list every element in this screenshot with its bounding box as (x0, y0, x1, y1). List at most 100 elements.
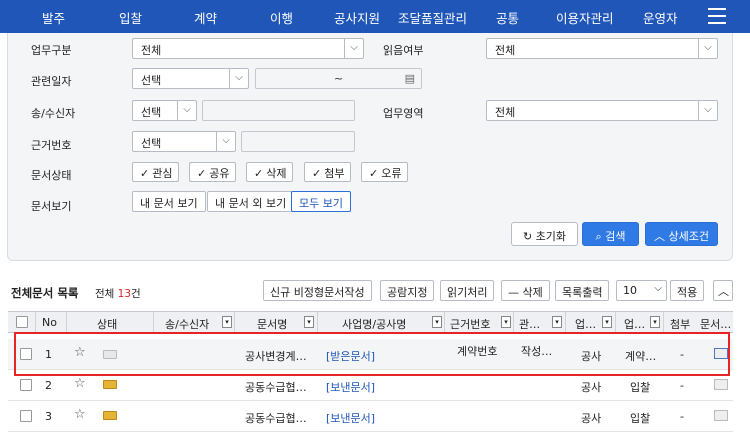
col-task[interactable]: 업… (624, 316, 645, 332)
view-others-docs-button[interactable]: 내 문서 외 보기 (207, 191, 295, 212)
status-chip-delete[interactable]: ✓ 삭제 (246, 162, 294, 182)
row-number: 3 (45, 410, 52, 423)
status-chip-interest[interactable]: ✓ 관심 (132, 162, 180, 182)
row-checkbox[interactable] (20, 379, 32, 391)
filter-panel: 업무구분 전체 ⌵ 읽음여부 전체 ⌵ 관련일자 선택 ⌵ ~ ▤ 송/수신자 … (7, 33, 733, 261)
work-type-select[interactable]: 전체 ⌵ (132, 38, 364, 59)
status-chip-error[interactable]: ✓ 오류 (361, 162, 409, 182)
reset-button[interactable]: ↻ 초기화 (511, 222, 578, 246)
project-link[interactable]: [보낸문서] (326, 410, 375, 426)
nav-item-operator[interactable]: 운영자 (643, 8, 678, 27)
doc-name[interactable]: 공동수급협… (245, 379, 307, 395)
nav-item-order[interactable]: 발주 (42, 8, 65, 27)
status-chip-attach[interactable]: ✓ 첨부 (304, 162, 352, 182)
print-list-button[interactable]: 목록출력 (555, 280, 610, 301)
col-no[interactable]: No (42, 316, 57, 329)
col-project[interactable]: 사업명/공사명 (342, 316, 406, 332)
status-chip-share[interactable]: ✓ 공유 (189, 162, 237, 182)
table-row[interactable]: 3 ☆ 공동수급협… [보낸문서] 공사 입찰 - (8, 401, 733, 432)
nav-item-bid[interactable]: 입찰 (119, 8, 142, 27)
col-status[interactable]: 상태 (97, 316, 117, 332)
attachment-status: - (680, 410, 684, 423)
chevron-down-icon: ⌵ (654, 283, 662, 294)
col-basis[interactable]: 근거번호 (450, 316, 490, 332)
doc-status-label: 문서상태 (31, 169, 72, 182)
doc-name[interactable]: 공동수급협… (245, 410, 307, 426)
col-doc[interactable]: 문서… (700, 316, 731, 332)
table-header: No 상태 송/수신자 ▾ 문서명 ▾ 사업명/공사명 ▾ 근거번호 ▾ 관… … (8, 311, 733, 333)
sender-input[interactable] (202, 100, 355, 121)
project-link[interactable]: [보낸문서] (326, 379, 375, 395)
search-button[interactable]: ⌕ 검색 (582, 222, 639, 246)
sort-icon[interactable]: ▾ (432, 316, 442, 328)
sort-icon[interactable]: ▾ (552, 316, 562, 328)
envelope-sent-icon (103, 411, 117, 420)
nav-item-quality[interactable]: 조달품질관리 (398, 8, 467, 27)
chevron-down-icon: ⌵ (216, 132, 235, 151)
read-status-value: 전체 (495, 44, 516, 57)
sort-icon[interactable]: ▾ (501, 316, 511, 328)
task-type: 입찰 (630, 381, 651, 394)
read-status-select[interactable]: 전체 ⌵ (486, 38, 718, 59)
view-all-docs-button[interactable]: 모두 보기 (291, 191, 351, 212)
basis-select[interactable]: 선택 ⌵ (132, 131, 236, 152)
nav-item-construction-support[interactable]: 공사지원 (334, 8, 380, 27)
date-range-input[interactable]: ~ ▤ (255, 68, 422, 89)
col-relation[interactable]: 관… (519, 316, 540, 332)
date-type-select[interactable]: 선택 ⌵ (132, 68, 249, 89)
advanced-label: 상세조건 (668, 230, 709, 243)
column-divider (615, 312, 616, 332)
printer-icon[interactable] (714, 410, 728, 421)
menu-icon[interactable] (708, 8, 726, 24)
sort-icon[interactable]: ▾ (304, 316, 314, 328)
check-icon: ✓ (312, 167, 322, 180)
page-size-value: 10 (623, 284, 637, 297)
col-attach[interactable]: 첨부 (670, 316, 690, 332)
new-document-button[interactable]: 신규 비정형문서작성 (263, 280, 372, 301)
page-size-select[interactable]: 10 ⌵ (616, 280, 667, 301)
attachment-status: - (680, 379, 684, 392)
nav-item-user-admin[interactable]: 이용자관리 (556, 8, 614, 27)
column-divider (234, 312, 235, 332)
chip-label: 첨부 (324, 167, 345, 180)
sender-select[interactable]: 선택 ⌵ (132, 100, 197, 121)
calendar-icon[interactable]: ▤ (405, 72, 415, 85)
apply-button[interactable]: 적용 (670, 280, 705, 301)
date-label: 관련일자 (31, 75, 72, 88)
chevron-down-icon: ⌵ (344, 39, 363, 58)
basis-input[interactable] (241, 131, 355, 152)
chevron-down-icon: ⌵ (698, 101, 717, 120)
row-checkbox[interactable] (20, 410, 32, 422)
col-work-area[interactable]: 업… (575, 316, 596, 332)
mark-read-button[interactable]: 읽기처리 (440, 280, 495, 301)
star-icon[interactable]: ☆ (74, 407, 86, 422)
printer-icon[interactable] (714, 379, 728, 390)
check-icon: ✓ (140, 167, 150, 180)
check-icon: ✓ (254, 167, 264, 180)
delete-button[interactable]: — 삭제 (501, 280, 550, 301)
view-my-docs-button[interactable]: 내 문서 보기 (132, 191, 206, 212)
col-doc-name[interactable]: 문서명 (257, 316, 287, 332)
collapse-button[interactable]: ︿ (713, 280, 733, 301)
nav-item-execution[interactable]: 이행 (270, 8, 293, 27)
advanced-search-button[interactable]: ︿ 상세조건 (645, 222, 718, 246)
envelope-sent-icon (103, 380, 117, 389)
select-all-checkbox[interactable] (16, 316, 28, 328)
public-designate-button[interactable]: 공람지정 (380, 280, 435, 301)
work-area-select[interactable]: 전체 ⌵ (486, 100, 718, 121)
reset-label: 초기화 (535, 230, 567, 243)
total-count: 전체 13건 (95, 286, 141, 301)
col-sender[interactable]: 송/수신자 (165, 316, 209, 332)
nav-item-contract[interactable]: 계약 (194, 8, 217, 27)
sort-icon[interactable]: ▾ (602, 316, 612, 328)
sort-icon[interactable]: ▾ (222, 316, 232, 328)
star-icon[interactable]: ☆ (74, 376, 86, 391)
sort-icon[interactable]: ▾ (650, 316, 660, 328)
read-status-label: 읽음여부 (383, 44, 424, 57)
column-divider (35, 312, 36, 332)
count-prefix: 전체 (95, 288, 115, 300)
check-icon: ✓ (197, 167, 207, 180)
work-area-label: 업무영역 (383, 107, 424, 120)
nav-item-common[interactable]: 공통 (496, 8, 519, 27)
chip-label: 관심 (152, 167, 173, 180)
